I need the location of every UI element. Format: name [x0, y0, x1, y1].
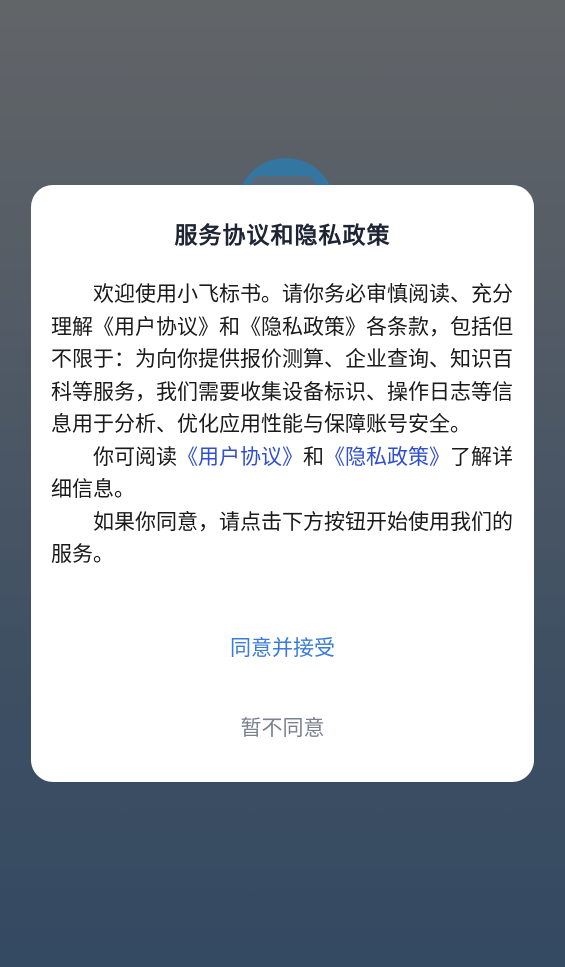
read-links-paragraph: 你可阅读《用户协议》和《隐私政策》了解详细信息。 — [51, 441, 513, 506]
user-agreement-link[interactable]: 《用户协议》 — [177, 445, 303, 469]
and-text: 和 — [303, 444, 324, 469]
intro-paragraph: 欢迎使用小飞标书。请你务必审慎阅读、充分理解《用户协议》和《隐私政策》各条款，包… — [51, 282, 513, 436]
agree-button[interactable]: 同意并接受 — [150, 628, 415, 668]
dialog-title: 服务协议和隐私政策 — [174, 223, 391, 249]
read-prefix-text: 你可阅读 — [93, 444, 177, 469]
privacy-policy-link[interactable]: 《隐私政策》 — [324, 445, 450, 469]
consent-paragraph: 如果你同意，请点击下方按钮开始使用我们的服务。 — [51, 509, 513, 567]
dialog-body: 欢迎使用小飞标书。请你务必审慎阅读、充分理解《用户协议》和《隐私政策》各条款，包… — [51, 278, 513, 571]
decline-button[interactable]: 暂不同意 — [150, 708, 415, 748]
